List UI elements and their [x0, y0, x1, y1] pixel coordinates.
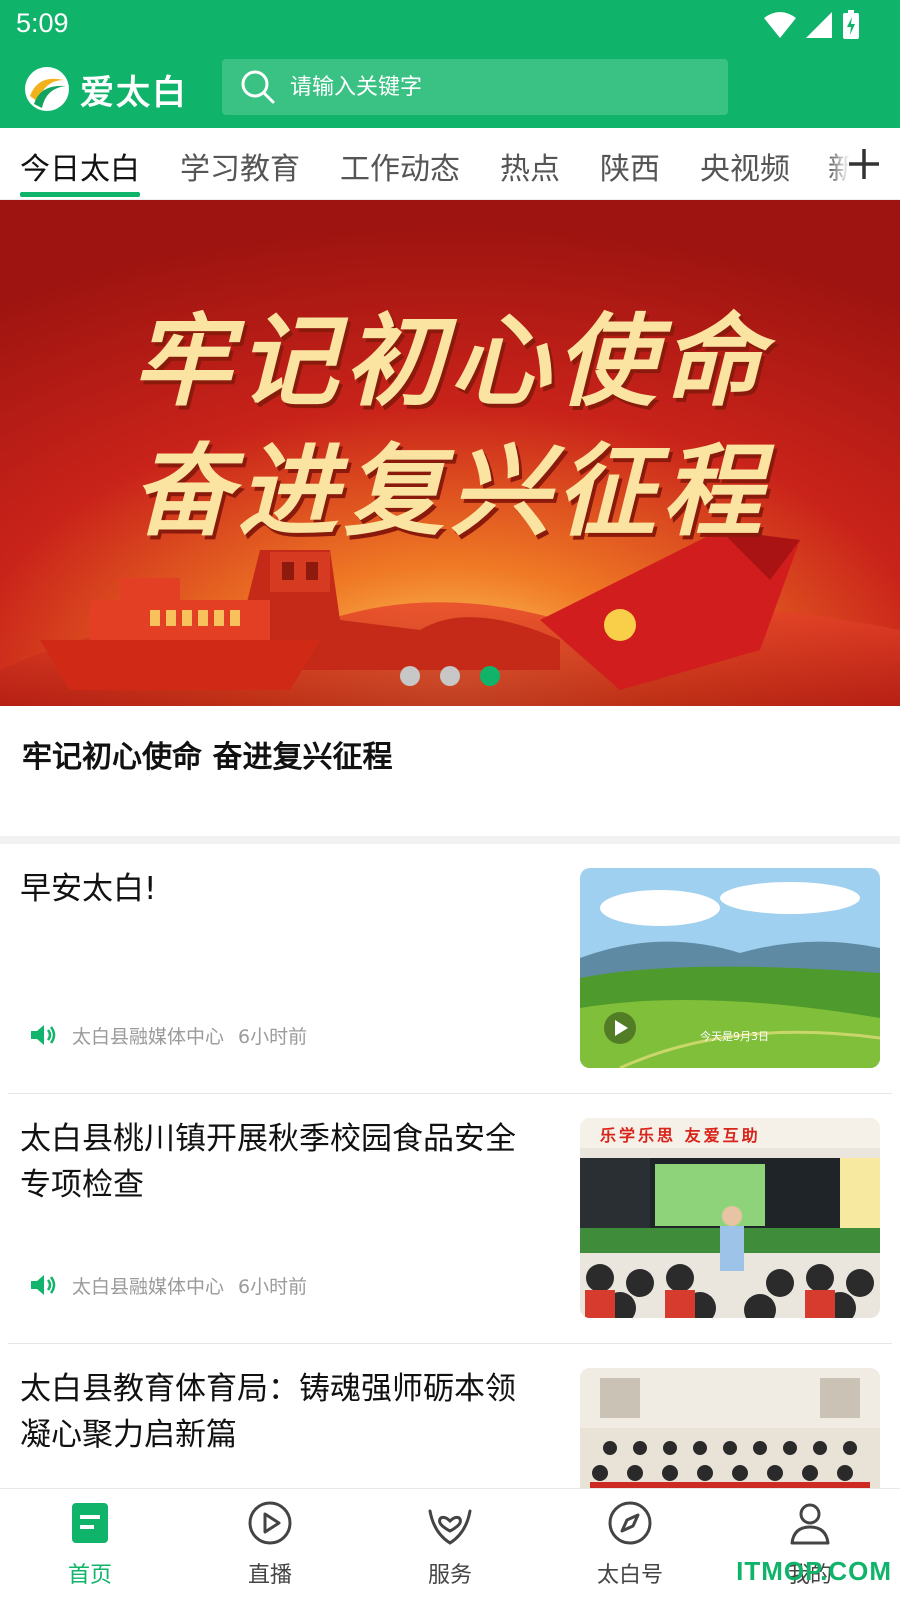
nav-label: 服务: [427, 1563, 472, 1588]
banner-carousel[interactable]: 牢记初心使命 奋进复兴征程: [0, 200, 900, 706]
nav-label: 直播: [247, 1563, 292, 1588]
search-icon: [241, 70, 275, 104]
news-thumbnail[interactable]: 乐学乐思 友爱互助: [580, 1118, 880, 1318]
carousel-indicators: [0, 666, 900, 686]
wifi-icon: [764, 12, 796, 38]
news-meta: 太白县融媒体中心 6小时前: [28, 1270, 307, 1300]
home-doc-icon: [72, 1503, 108, 1543]
nav-home[interactable]: 首页: [30, 1499, 150, 1599]
carousel-dot[interactable]: [440, 666, 460, 686]
nav-label: 首页: [67, 1563, 112, 1588]
tab-shaanxi[interactable]: 陕西: [600, 144, 660, 188]
news-title: 太白县教育体育局：铸魂强师砺本领 凝心聚力启新篇: [20, 1371, 516, 1453]
logo-mark-icon: [24, 66, 70, 112]
news-title: 太白县桃川镇开展秋季校园食品安全专项检查: [20, 1121, 516, 1203]
news-time: 6小时前: [238, 1025, 308, 1048]
app-bar: 爱太白: [0, 52, 900, 128]
section-divider: [0, 836, 900, 844]
tab-work-news[interactable]: 工作动态: [340, 144, 460, 188]
watermark: ITMOP.COM: [736, 1556, 892, 1586]
signal-icon: [806, 12, 832, 38]
news-meta: 太白县融媒体中心 6小时前: [28, 1020, 307, 1050]
news-item[interactable]: 太白县桃川镇开展秋季校园食品安全专项检查 太白县融媒体中心 6小时前 乐学乐思 …: [0, 1094, 900, 1344]
news-item[interactable]: 早安太白! 太白县融媒体中心 6小时前 今天是9月3日: [0, 844, 900, 1094]
add-channel-button[interactable]: [828, 128, 900, 199]
status-bar: 5:09: [0, 0, 900, 50]
banner-headline-box[interactable]: 牢记初心使命 奋进复兴征程: [0, 706, 900, 836]
banner-headline: 牢记初心使命 奋进复兴征程: [22, 740, 393, 775]
news-source: 太白县融媒体中心: [72, 1025, 225, 1048]
tab-study-education[interactable]: 学习教育: [180, 144, 300, 188]
app-name: 爱太白: [80, 72, 188, 113]
news-time: 6小时前: [238, 1275, 308, 1298]
category-tabs: 今日太白 学习教育 工作动态 热点 陕西 央视频 新: [0, 128, 900, 200]
compass-icon: [608, 1501, 652, 1545]
battery-icon: [843, 10, 859, 39]
banner-title-line2: 奋进复兴征程: [132, 432, 768, 550]
active-tab-indicator: [20, 192, 140, 197]
heart-hands-icon: [428, 1509, 472, 1545]
search-input[interactable]: [290, 74, 690, 100]
thumb-caption: 今天是9月3日: [700, 1030, 769, 1043]
tab-hot[interactable]: 热点: [500, 144, 560, 188]
plus-icon: [849, 149, 879, 179]
nav-label: 太白号: [596, 1563, 663, 1588]
speaker-icon[interactable]: [28, 1270, 58, 1300]
carousel-dot[interactable]: [400, 666, 420, 686]
news-source: 太白县融媒体中心: [72, 1275, 225, 1298]
nav-taibai-account[interactable]: 太白号: [570, 1499, 690, 1599]
person-icon: [790, 1503, 830, 1545]
status-time: 5:09: [16, 8, 69, 38]
carousel-dot-active[interactable]: [480, 666, 500, 686]
app-header: 5:09 爱太白: [0, 0, 900, 128]
app-logo[interactable]: 爱太白: [24, 64, 194, 114]
nav-services[interactable]: 服务: [390, 1499, 510, 1599]
news-thumbnail[interactable]: 今天是9月3日: [580, 868, 880, 1068]
search-bar[interactable]: [222, 59, 728, 115]
status-icons: [764, 10, 860, 40]
banner-title-line1: 牢记初心使命: [132, 302, 768, 420]
tab-cctv-video[interactable]: 央视频: [700, 144, 790, 188]
tab-today-taibai[interactable]: 今日太白: [20, 144, 140, 188]
classroom-thumbnail-image: [580, 1118, 880, 1318]
play-circle-icon: [248, 1501, 292, 1545]
nav-live[interactable]: 直播: [210, 1499, 330, 1599]
thumb-caption: 乐学乐思 友爱互助: [600, 1126, 761, 1145]
news-title: 早安太白!: [20, 871, 157, 907]
speaker-icon[interactable]: [28, 1020, 58, 1050]
